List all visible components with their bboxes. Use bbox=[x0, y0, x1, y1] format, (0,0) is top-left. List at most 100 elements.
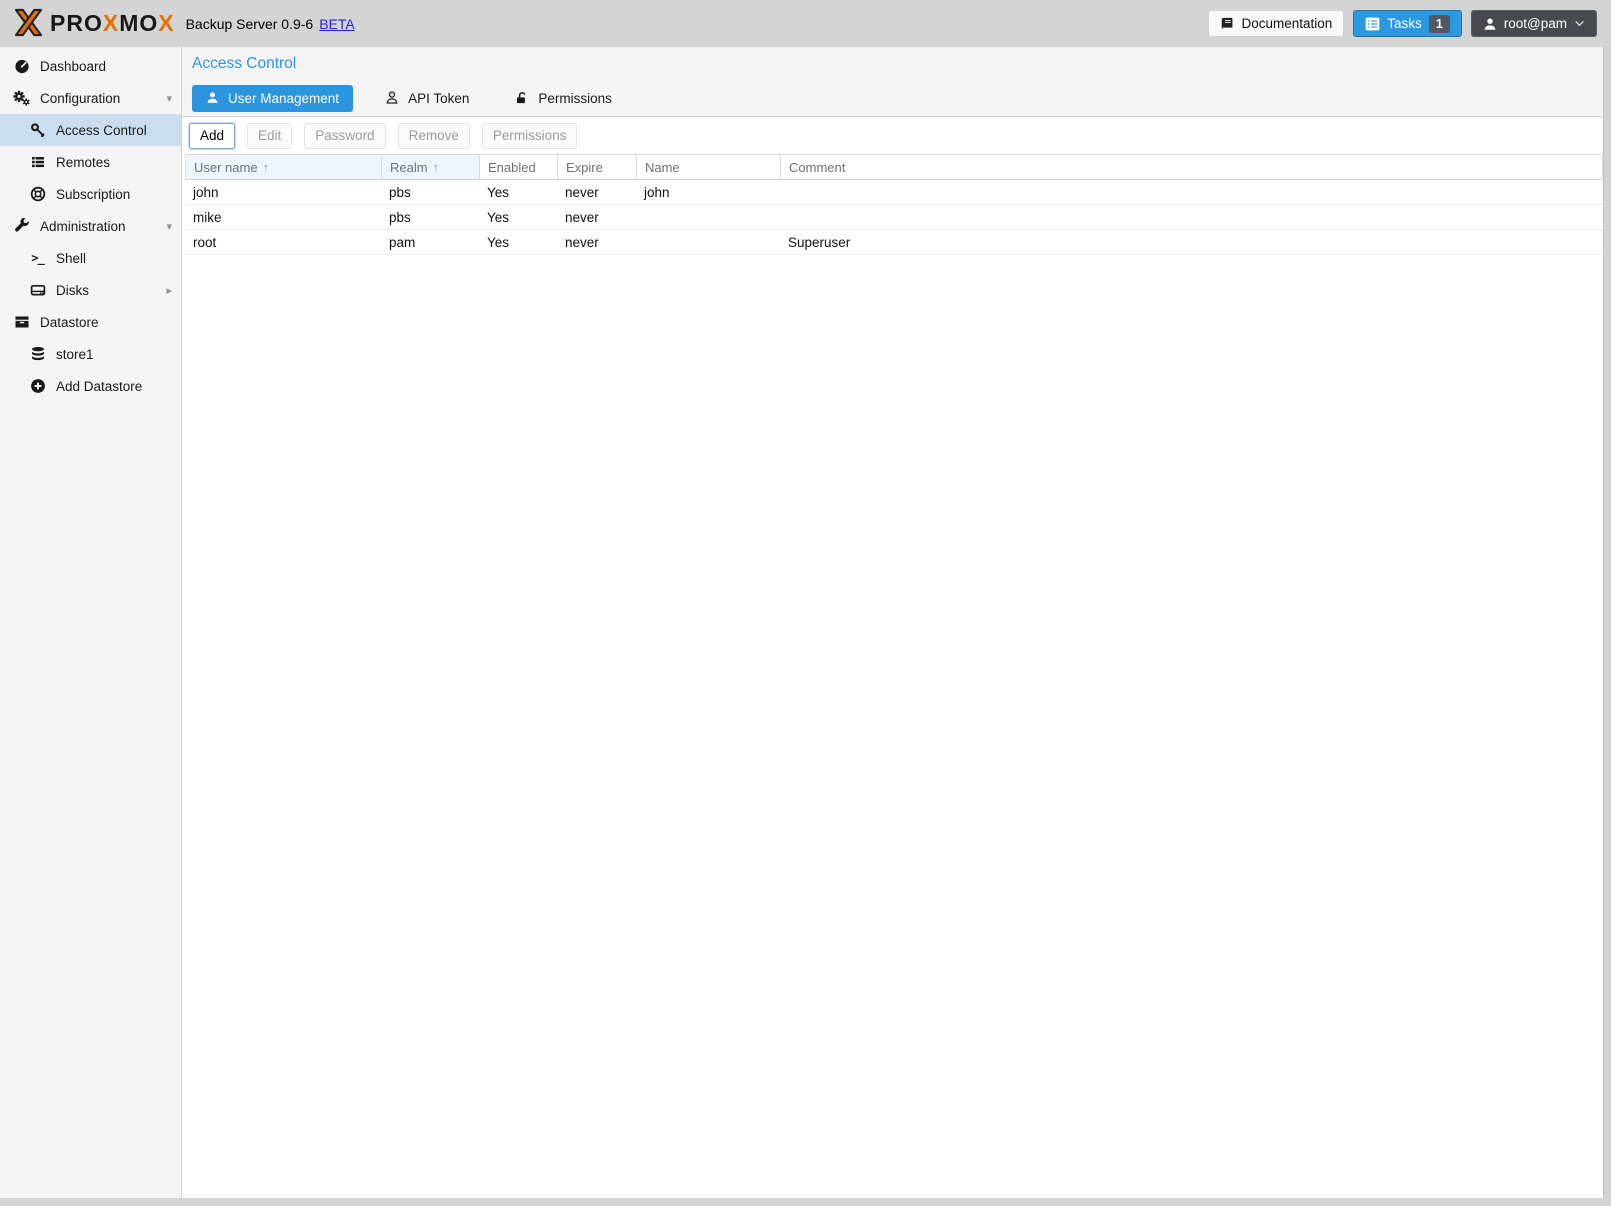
life-ring-icon bbox=[29, 186, 46, 202]
column-label: Enabled bbox=[488, 160, 536, 175]
table-row-mike[interactable]: mike pbs Yes never bbox=[185, 205, 1603, 230]
collapse-arrow-icon[interactable]: ▾ bbox=[166, 92, 172, 105]
tab-bar: User Management API Token bbox=[192, 85, 1601, 112]
sort-ascending-icon: ↑ bbox=[263, 160, 270, 175]
cell-expire: never bbox=[557, 185, 636, 200]
tasks-count-badge: 1 bbox=[1429, 15, 1450, 33]
cell-name: john bbox=[636, 185, 780, 200]
column-header-name[interactable]: Name bbox=[637, 155, 781, 179]
content-area: Dashboard bbox=[0, 47, 1611, 1198]
key-icon bbox=[29, 122, 46, 138]
proxmox-x-logo-icon bbox=[12, 8, 45, 40]
documentation-button[interactable]: Documentation bbox=[1208, 10, 1344, 37]
product-version-label: Backup Server 0.9-6 bbox=[186, 16, 314, 32]
cell-realm: pam bbox=[381, 235, 479, 250]
cell-username: mike bbox=[185, 210, 381, 225]
sidebar-item-configuration[interactable]: Configuration ▾ bbox=[0, 82, 181, 114]
sidebar-item-label: store1 bbox=[56, 347, 94, 362]
page-title: Access Control bbox=[192, 54, 1601, 73]
main-panel: Access Control User Management bbox=[182, 47, 1611, 1198]
tasks-button[interactable]: Tasks 1 bbox=[1353, 10, 1461, 37]
user-menu-button[interactable]: root@pam bbox=[1471, 10, 1597, 37]
cell-expire: never bbox=[557, 235, 636, 250]
expand-arrow-icon[interactable]: ▸ bbox=[166, 284, 172, 297]
column-header-enabled[interactable]: Enabled bbox=[480, 155, 558, 179]
plus-circle-icon bbox=[29, 378, 46, 394]
add-button[interactable]: Add bbox=[189, 123, 235, 149]
top-header-bar: PROXMOX Backup Server 0.9-6 BETA Documen… bbox=[0, 0, 1611, 47]
proxmox-logo: PROXMOX bbox=[12, 8, 175, 40]
tab-label: User Management bbox=[228, 91, 339, 106]
sidebar-item-label: Remotes bbox=[56, 155, 110, 170]
sidebar-item-label: Datastore bbox=[40, 315, 99, 330]
database-icon bbox=[29, 346, 46, 362]
column-label: Realm bbox=[390, 160, 428, 175]
sidebar-item-remotes[interactable]: Remotes bbox=[0, 146, 181, 178]
sidebar-item-datastore[interactable]: Datastore bbox=[0, 306, 181, 338]
grid-header-row: User name ↑ Realm ↑ Enabled Expire Name bbox=[185, 154, 1603, 180]
column-header-comment[interactable]: Comment bbox=[781, 155, 1603, 179]
tab-label: Permissions bbox=[538, 91, 612, 106]
tab-api-token[interactable]: API Token bbox=[371, 85, 483, 112]
hard-disk-icon bbox=[29, 282, 46, 298]
user-menu-label: root@pam bbox=[1504, 16, 1567, 31]
task-list-icon bbox=[1365, 17, 1380, 31]
sidebar-item-administration[interactable]: Administration ▾ bbox=[0, 210, 181, 242]
column-label: User name bbox=[194, 160, 258, 175]
tasks-label: Tasks bbox=[1387, 16, 1422, 31]
sidebar-item-label: Access Control bbox=[56, 123, 147, 138]
column-header-realm[interactable]: Realm ↑ bbox=[382, 155, 480, 179]
table-row-root[interactable]: root pam Yes never Superuser bbox=[185, 230, 1603, 255]
sidebar-item-label: Shell bbox=[56, 251, 86, 266]
archive-box-icon bbox=[13, 314, 30, 330]
cell-expire: never bbox=[557, 210, 636, 225]
edit-button: Edit bbox=[247, 123, 292, 149]
sidebar-item-subscription[interactable]: Subscription bbox=[0, 178, 181, 210]
sidebar-item-label: Subscription bbox=[56, 187, 130, 202]
cell-username: root bbox=[185, 235, 381, 250]
user-outline-icon bbox=[385, 90, 399, 108]
sidebar-item-shell[interactable]: >_ Shell bbox=[0, 242, 181, 274]
proxmox-wordmark: PROXMOX bbox=[50, 10, 175, 37]
grid-toolbar: Add Edit Password Remove Permissions bbox=[182, 117, 1611, 154]
list-bars-icon bbox=[29, 154, 46, 170]
dashboard-gauge-icon bbox=[13, 58, 30, 74]
topbar-actions: Documentation Tasks 1 bbox=[1208, 10, 1597, 37]
column-label: Expire bbox=[566, 160, 603, 175]
sidebar-nav: Dashboard bbox=[0, 47, 182, 1198]
sidebar-item-label: Dashboard bbox=[40, 59, 106, 74]
sidebar-item-access-control[interactable]: Access Control bbox=[0, 114, 181, 146]
cell-enabled: Yes bbox=[479, 210, 557, 225]
user-icon bbox=[206, 91, 219, 107]
page: PROXMOX Backup Server 0.9-6 BETA Documen… bbox=[0, 0, 1611, 1206]
remove-button: Remove bbox=[398, 123, 470, 149]
sort-ascending-icon: ↑ bbox=[433, 160, 440, 175]
wordmark-part: PRO bbox=[50, 10, 103, 37]
cell-comment: Superuser bbox=[780, 235, 1603, 250]
sidebar-item-dashboard[interactable]: Dashboard bbox=[0, 50, 181, 82]
vertical-scrollbar-track[interactable] bbox=[1603, 47, 1611, 1198]
sidebar-item-disks[interactable]: Disks ▸ bbox=[0, 274, 181, 306]
cell-realm: pbs bbox=[381, 210, 479, 225]
column-label: Comment bbox=[789, 160, 845, 175]
unlock-icon bbox=[515, 90, 529, 108]
sidebar-item-label: Disks bbox=[56, 283, 89, 298]
tab-permissions[interactable]: Permissions bbox=[501, 85, 626, 112]
chevron-down-icon bbox=[1574, 20, 1585, 27]
users-grid: User name ↑ Realm ↑ Enabled Expire Name bbox=[185, 154, 1603, 255]
permissions-button: Permissions bbox=[482, 123, 578, 149]
tab-user-management[interactable]: User Management bbox=[192, 85, 353, 112]
collapse-arrow-icon[interactable]: ▾ bbox=[166, 220, 172, 233]
cell-realm: pbs bbox=[381, 185, 479, 200]
sidebar-item-label: Administration bbox=[40, 219, 126, 234]
column-header-username[interactable]: User name ↑ bbox=[186, 155, 382, 179]
cell-enabled: Yes bbox=[479, 185, 557, 200]
beta-link[interactable]: BETA bbox=[319, 16, 355, 32]
wrench-icon bbox=[13, 218, 30, 234]
table-row-john[interactable]: john pbs Yes never john bbox=[185, 180, 1603, 205]
sidebar-item-store1[interactable]: store1 bbox=[0, 338, 181, 370]
column-header-expire[interactable]: Expire bbox=[558, 155, 637, 179]
tab-label: API Token bbox=[408, 91, 469, 106]
column-label: Name bbox=[645, 160, 680, 175]
sidebar-item-add-datastore[interactable]: Add Datastore bbox=[0, 370, 181, 402]
